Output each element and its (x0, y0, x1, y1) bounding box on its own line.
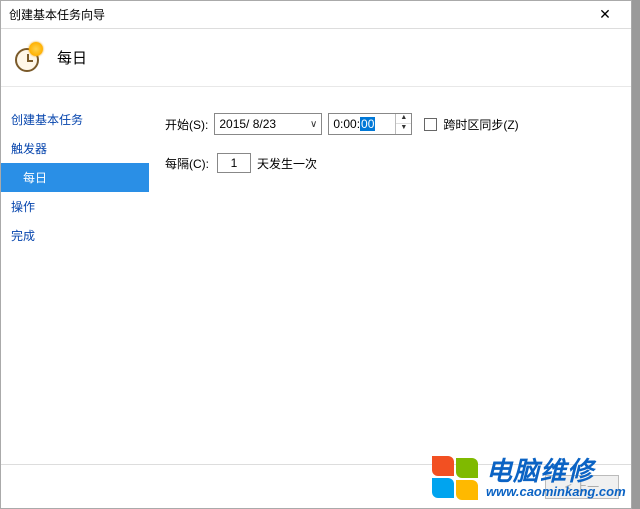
time-spinners: ▲ ▼ (395, 114, 411, 134)
interval-row: 每隔(C): 天发生一次 (165, 153, 615, 173)
start-time-spinner[interactable]: 0:00:00 ▲ ▼ (328, 113, 412, 135)
wizard-content: 开始(S): 2015/ 8/23 ∨ 0:00:00 ▲ ▼ 跨时区同步(Z) (149, 87, 631, 464)
titlebar: 创建基本任务向导 ✕ (1, 1, 631, 29)
start-row: 开始(S): 2015/ 8/23 ∨ 0:00:00 ▲ ▼ 跨时区同步(Z) (165, 113, 615, 135)
wizard-footer: < 上一 (1, 464, 631, 508)
start-date-picker[interactable]: 2015/ 8/23 ∨ (214, 113, 322, 135)
interval-input[interactable] (217, 153, 251, 173)
wizard-body: 创建基本任务 触发器 每日 操作 完成 开始(S): 2015/ 8/23 ∨ … (1, 87, 631, 464)
spin-down-icon[interactable]: ▼ (396, 124, 411, 134)
sync-timezone-label: 跨时区同步(Z) (443, 116, 518, 133)
date-value: 2015/ 8/23 (219, 117, 276, 131)
wizard-window: 创建基本任务向导 ✕ 每日 创建基本任务 触发器 每日 操作 完成 开始(S):… (0, 0, 632, 509)
page-title: 每日 (57, 47, 87, 68)
start-label: 开始(S): (165, 116, 208, 133)
interval-suffix: 天发生一次 (257, 155, 317, 172)
sidebar-item-finish[interactable]: 完成 (1, 221, 149, 250)
sidebar-item-create-task[interactable]: 创建基本任务 (1, 105, 149, 134)
close-button[interactable]: ✕ (587, 1, 623, 28)
interval-label: 每隔(C): (165, 155, 209, 172)
sidebar-item-daily[interactable]: 每日 (1, 163, 149, 192)
close-icon: ✕ (599, 6, 611, 23)
window-title: 创建基本任务向导 (9, 6, 105, 23)
schedule-icon (13, 42, 45, 74)
wizard-sidebar: 创建基本任务 触发器 每日 操作 完成 (1, 87, 149, 464)
chevron-down-icon[interactable]: ∨ (310, 119, 317, 130)
wizard-header: 每日 (1, 29, 631, 87)
time-value: 0:00:00 (329, 117, 395, 131)
spin-up-icon[interactable]: ▲ (396, 114, 411, 124)
sidebar-item-action[interactable]: 操作 (1, 192, 149, 221)
sync-timezone-checkbox[interactable] (424, 118, 437, 131)
sidebar-item-trigger[interactable]: 触发器 (1, 134, 149, 163)
back-button[interactable]: < 上一 (545, 475, 619, 499)
